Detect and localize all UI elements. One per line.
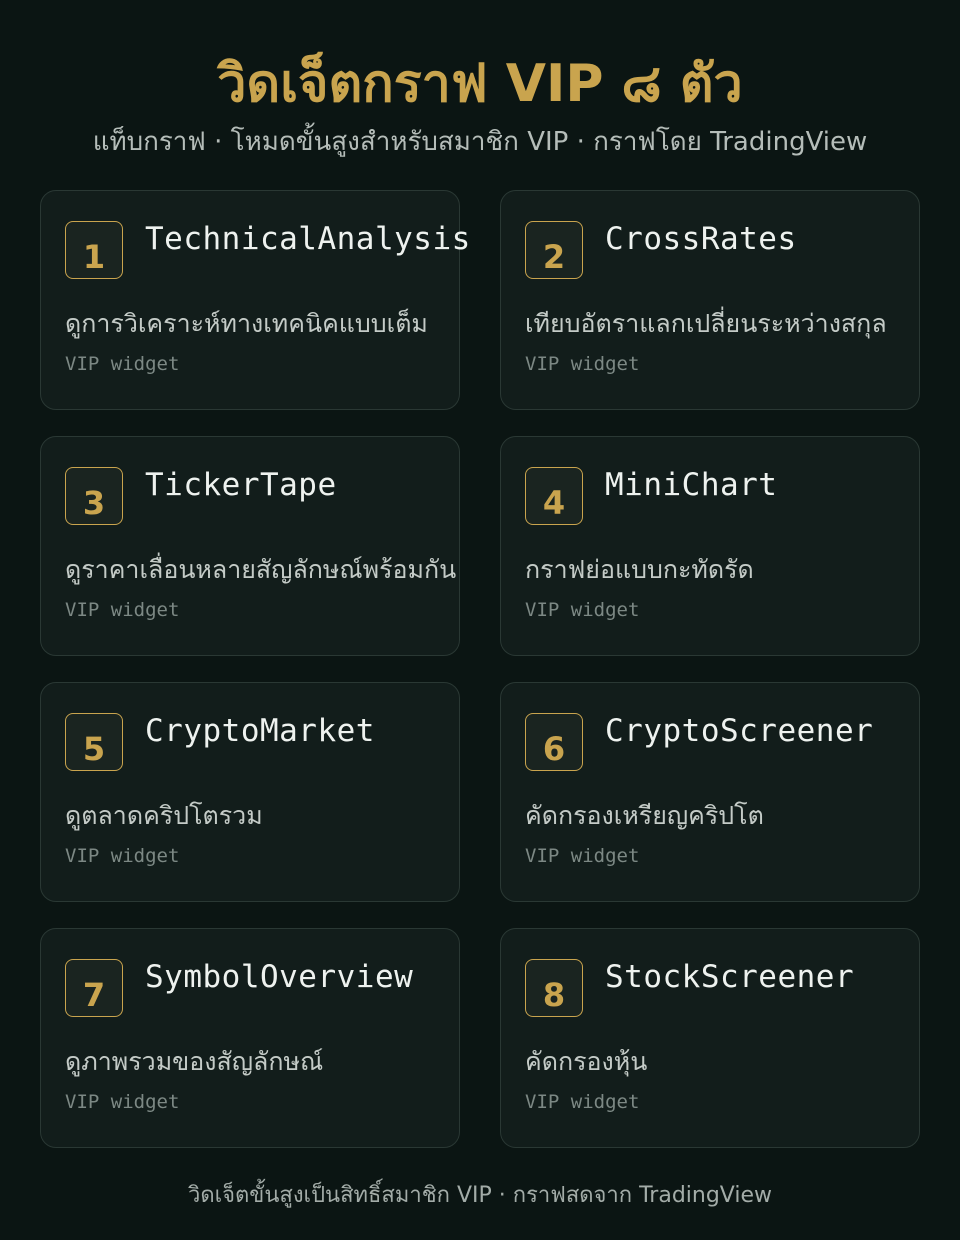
widget-number-badge: 3 xyxy=(65,467,123,525)
widget-tag: VIP widget xyxy=(525,845,640,867)
widget-description: ดูภาพรวมของสัญลักษณ์ xyxy=(65,1047,324,1076)
widget-card-technical-analysis[interactable]: 1 TechnicalAnalysis ดูการวิเคราะห์ทางเทค… xyxy=(40,190,470,410)
widget-number-badge: 7 xyxy=(65,959,123,1017)
widget-number-badge: 4 xyxy=(525,467,583,525)
widget-tag: VIP widget xyxy=(65,353,180,375)
widget-tag: VIP widget xyxy=(525,599,640,621)
widget-name: StockScreener xyxy=(605,959,855,995)
widget-name: TickerTape xyxy=(145,467,337,503)
widget-card-symbol-overview[interactable]: 7 SymbolOverview ดูภาพรวมของสัญลักษณ์ VI… xyxy=(40,928,460,1148)
widget-tag: VIP widget xyxy=(65,599,180,621)
widget-name: MiniChart xyxy=(605,467,778,503)
widget-name: CrossRates xyxy=(605,221,797,257)
widget-card-crypto-screener[interactable]: 6 CryptoScreener คัดกรองเหรียญคริปโต VIP… xyxy=(500,682,920,902)
widget-description: ดูการวิเคราะห์ทางเทคนิคแบบเต็ม xyxy=(65,309,428,338)
widget-description: เทียบอัตราแลกเปลี่ยนระหว่างสกุล xyxy=(525,309,887,338)
widget-description: ดูตลาดคริปโตรวม xyxy=(65,801,263,830)
widget-number-badge: 6 xyxy=(525,713,583,771)
widget-card-mini-chart[interactable]: 4 MiniChart กราฟย่อแบบกะทัดรัด VIP widge… xyxy=(500,436,920,656)
widget-number-badge: 5 xyxy=(65,713,123,771)
widget-grid: 1 TechnicalAnalysis ดูการวิเคราะห์ทางเทค… xyxy=(40,190,920,1148)
widget-name: SymbolOverview xyxy=(145,959,414,995)
widget-number-badge: 1 xyxy=(65,221,123,279)
widget-card-ticker-tape[interactable]: 3 TickerTape ดูราคาเลื่อนหลายสัญลักษณ์พร… xyxy=(40,436,460,656)
widget-name: TechnicalAnalysis xyxy=(145,221,471,257)
widget-description: กราฟย่อแบบกะทัดรัด xyxy=(525,555,754,584)
widget-tag: VIP widget xyxy=(525,353,640,375)
widget-description: ดูราคาเลื่อนหลายสัญลักษณ์พร้อมกัน xyxy=(65,555,457,584)
widget-name: CryptoScreener xyxy=(605,713,874,749)
widget-card-crypto-market[interactable]: 5 CryptoMarket ดูตลาดคริปโตรวม VIP widge… xyxy=(40,682,460,902)
page-header: วิดเจ็ตกราฟ VIP ๘ ตัว แท็บกราฟ · โหมดขั้… xyxy=(0,52,960,160)
page-footer: วิดเจ็ตขั้นสูงเป็นสิทธิ์สมาชิก VIP · กรา… xyxy=(187,1183,773,1208)
widget-number-badge: 2 xyxy=(525,221,583,279)
widget-name: CryptoMarket xyxy=(145,713,375,749)
widget-tag: VIP widget xyxy=(65,1091,180,1113)
widget-tag: VIP widget xyxy=(65,845,180,867)
page-title: วิดเจ็ตกราฟ VIP ๘ ตัว xyxy=(217,54,743,114)
widget-description: คัดกรองเหรียญคริปโต xyxy=(525,801,764,830)
page-subtitle: แท็บกราฟ · โหมดขั้นสูงสำหรับสมาชิก VIP ·… xyxy=(92,127,868,157)
widget-card-stock-screener[interactable]: 8 StockScreener คัดกรองหุ้น VIP widget xyxy=(500,928,920,1148)
widget-tag: VIP widget xyxy=(525,1091,640,1113)
widget-description: คัดกรองหุ้น xyxy=(525,1047,648,1076)
widget-card-cross-rates[interactable]: 2 CrossRates เทียบอัตราแลกเปลี่ยนระหว่าง… xyxy=(500,190,920,410)
widget-number-badge: 8 xyxy=(525,959,583,1017)
